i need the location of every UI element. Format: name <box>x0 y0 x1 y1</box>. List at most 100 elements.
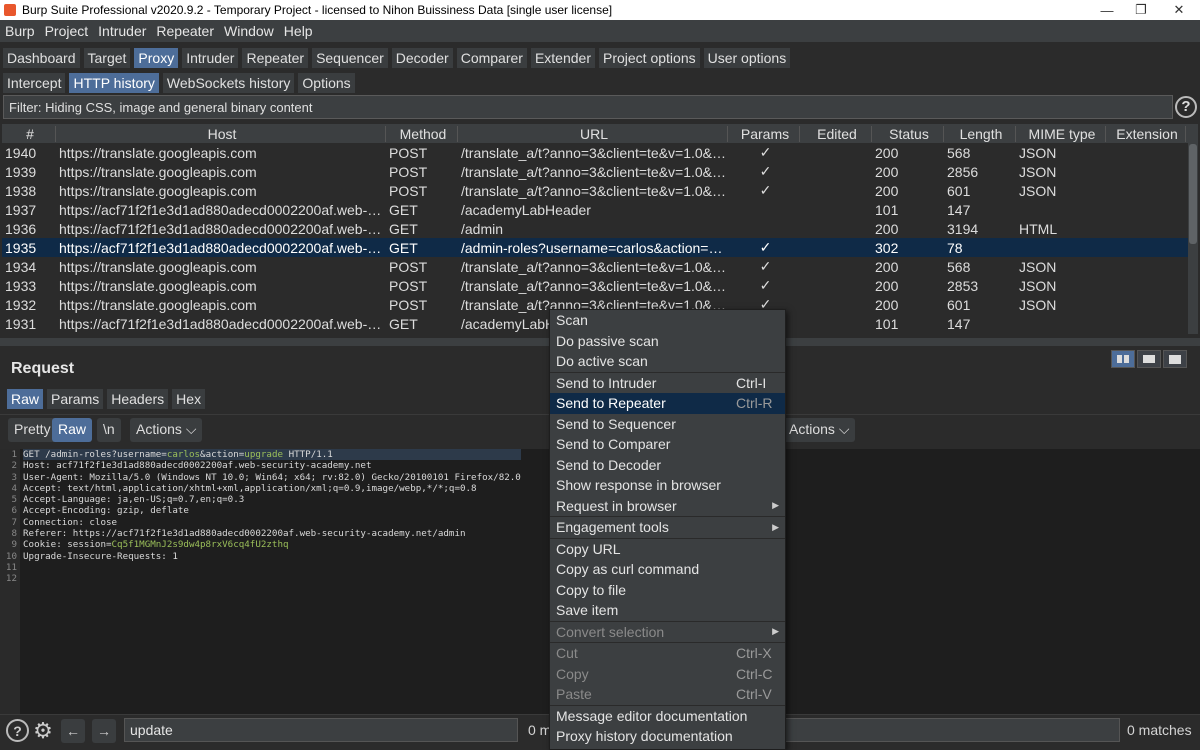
tab-raw[interactable]: Raw <box>6 388 45 410</box>
column-header[interactable]: Params <box>728 125 800 142</box>
menu-item-send-to-intruder[interactable]: Send to Intruder Ctrl-I <box>550 373 785 394</box>
tab-intruder[interactable]: Intruder <box>181 47 240 69</box>
menu-item-send-to-sequencer[interactable]: Send to Sequencer <box>550 414 785 435</box>
column-header[interactable]: Extension <box>1106 125 1186 142</box>
maximize-icon[interactable]: ❐ <box>1124 0 1158 20</box>
table-cell: 200 <box>875 258 899 275</box>
forward-arrow-icon[interactable]: → <box>92 719 116 743</box>
menu-project[interactable]: Project <box>40 23 94 39</box>
table-cell: POST <box>389 296 428 313</box>
column-header[interactable]: # <box>2 125 56 142</box>
menu-help[interactable]: Help <box>279 23 318 39</box>
menu-window[interactable]: Window <box>219 23 279 39</box>
gear-icon[interactable]: ⚙ <box>31 718 55 743</box>
menu-item-label: Proxy history documentation <box>556 728 733 745</box>
menu-item-save-item[interactable]: Save item <box>550 600 785 621</box>
menu-item-send-to-comparer[interactable]: Send to Comparer <box>550 434 785 455</box>
pretty-button[interactable]: Pretty <box>8 418 57 442</box>
stacked-view-icon[interactable] <box>1137 350 1161 368</box>
table-scrollbar[interactable] <box>1188 124 1198 334</box>
menu-item-copy-url[interactable]: Copy URL <box>550 539 785 560</box>
tab-hex[interactable]: Hex <box>171 388 207 410</box>
response-search-input[interactable] <box>780 718 1120 742</box>
column-header[interactable]: Host <box>56 125 386 142</box>
menu-item-paste: Paste Ctrl-V <box>550 684 785 705</box>
help-icon[interactable]: ? <box>1175 96 1197 118</box>
menu-burp[interactable]: Burp <box>0 23 40 39</box>
column-header[interactable]: Length <box>944 125 1016 142</box>
single-view-icon[interactable] <box>1163 350 1187 368</box>
close-icon[interactable]: ✕ <box>1162 0 1196 20</box>
menu-item-label: Copy <box>556 665 589 682</box>
tab-dashboard[interactable]: Dashboard <box>2 47 81 69</box>
menu-item-label: Cut <box>556 645 578 662</box>
table-cell: https://acf71f2f1e3d1ad880adecd0002200af… <box>59 201 386 218</box>
column-header[interactable]: Edited <box>800 125 872 142</box>
shortcut-label: Ctrl-V <box>736 686 772 703</box>
table-row[interactable]: 1933 https://translate.googleapis.com POST… <box>2 276 1188 295</box>
tab-repeater[interactable]: Repeater <box>241 47 310 69</box>
tab-proxy[interactable]: Proxy <box>133 47 180 69</box>
tab-headers[interactable]: Headers <box>106 388 170 410</box>
line-number: 4 <box>11 482 17 494</box>
split-view-icon[interactable] <box>1111 350 1135 368</box>
submenu-arrow-icon: ▶ <box>772 500 779 511</box>
menu-item-do-passive-scan[interactable]: Do passive scan <box>550 331 785 352</box>
table-row[interactable]: 1937 https://acf71f2f1e3d1ad880adecd00022… <box>2 200 1188 219</box>
column-header[interactable]: Status <box>872 125 944 142</box>
column-header[interactable]: URL <box>458 125 728 142</box>
tab-params[interactable]: Params <box>46 388 105 410</box>
column-header[interactable]: MIME type <box>1016 125 1106 142</box>
menu-item-copy-to-file[interactable]: Copy to file <box>550 580 785 601</box>
tab-user-options[interactable]: User options <box>702 47 792 69</box>
table-row[interactable]: 1940 https://translate.googleapis.com POST… <box>2 143 1188 162</box>
table-row[interactable]: 1936 https://acf71f2f1e3d1ad880adecd00022… <box>2 219 1188 238</box>
search-input[interactable]: update <box>124 718 518 742</box>
table-cell: ✓ <box>759 163 772 179</box>
tab-intercept[interactable]: Intercept <box>2 72 67 94</box>
menu-item-show-response-in-browser[interactable]: Show response in browser <box>550 475 785 496</box>
tab-http-history[interactable]: HTTP history <box>68 72 160 94</box>
actions-button[interactable]: Actions ⌵ <box>130 418 203 442</box>
menu-item-copy: Copy Ctrl-C <box>550 664 785 685</box>
tab-decoder[interactable]: Decoder <box>390 47 454 69</box>
newline-button[interactable]: \n <box>97 418 121 442</box>
menu-repeater[interactable]: Repeater <box>151 23 219 39</box>
tab-extender[interactable]: Extender <box>529 47 596 69</box>
tab-options[interactable]: Options <box>297 72 356 94</box>
menu-item-copy-as-curl-command[interactable]: Copy as curl command <box>550 559 785 580</box>
filter-bar[interactable]: Filter: Hiding CSS, image and general bi… <box>3 95 1173 119</box>
menu-item-send-to-repeater[interactable]: Send to Repeater Ctrl-R <box>550 393 785 414</box>
menu-item-scan[interactable]: Scan <box>550 310 785 331</box>
table-row[interactable]: 1939 https://translate.googleapis.com POST… <box>2 162 1188 181</box>
help-icon[interactable]: ? <box>6 719 29 742</box>
table-row[interactable]: 1938 https://translate.googleapis.com POST… <box>2 181 1188 200</box>
tab-target[interactable]: Target <box>82 47 132 69</box>
menu-item-proxy-history-documentation[interactable]: Proxy history documentation <box>550 726 785 747</box>
tab-websockets-history[interactable]: WebSockets history <box>161 72 296 94</box>
tab-project-options[interactable]: Project options <box>598 47 701 69</box>
tab-sequencer[interactable]: Sequencer <box>311 47 389 69</box>
table-row[interactable]: 1934 https://translate.googleapis.com POST… <box>2 257 1188 276</box>
back-arrow-icon[interactable]: ← <box>61 719 85 743</box>
menu-item-label: Scan <box>556 312 588 329</box>
menu-item-do-active-scan[interactable]: Do active scan <box>550 351 785 372</box>
minimize-icon[interactable]: — <box>1090 0 1124 20</box>
table-cell: POST <box>389 144 428 161</box>
menu-item-message-editor-documentation[interactable]: Message editor documentation <box>550 706 785 727</box>
tab-comparer[interactable]: Comparer <box>455 47 528 69</box>
menu-item-send-to-decoder[interactable]: Send to Decoder <box>550 455 785 476</box>
column-header[interactable]: Method <box>386 125 458 142</box>
scrollbar-thumb[interactable] <box>1189 144 1197 244</box>
raw-button[interactable]: Raw <box>52 418 93 442</box>
table-row[interactable]: 1935 https://acf71f2f1e3d1ad880adecd00022… <box>2 238 1188 257</box>
menu-item-engagement-tools[interactable]: Engagement tools ▶ <box>550 517 785 538</box>
request-code[interactable]: GET /admin-roles?username=carlos&action=… <box>23 449 521 585</box>
table-cell: 1940 <box>5 144 37 161</box>
menu-item-request-in-browser[interactable]: Request in browser ▶ <box>550 496 785 517</box>
table-cell: 101 <box>875 201 899 218</box>
code-line: Referer: https://acf71f2f1e3d1ad880adecd… <box>23 528 466 540</box>
menu-intruder[interactable]: Intruder <box>93 23 151 39</box>
table-cell: GET <box>389 201 418 218</box>
response-actions-button[interactable]: Actions ⌵ <box>783 418 856 442</box>
